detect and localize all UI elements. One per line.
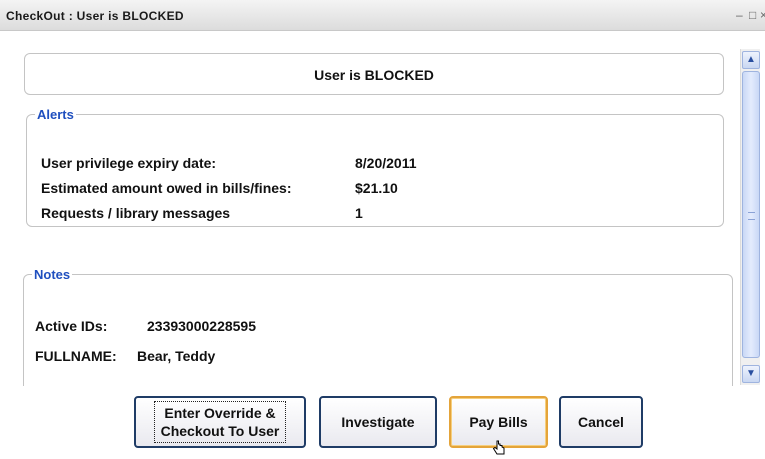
notes-legend: Notes — [34, 267, 71, 282]
note-label: FULLNAME: — [35, 348, 117, 364]
note-value: 23393000228595 — [147, 318, 257, 334]
maximize-icon[interactable]: □ — [749, 8, 756, 22]
status-box: User is BLOCKED — [24, 53, 724, 95]
close-icon[interactable]: × — [760, 8, 765, 22]
alerts-group: Alerts User privilege expiry date: 8/20/… — [26, 107, 724, 227]
vertical-scrollbar[interactable]: ▲ ▼ — [740, 49, 760, 385]
alert-value: 8/20/2011 — [355, 155, 417, 171]
scroll-up-icon[interactable]: ▲ — [742, 51, 760, 69]
checkout-dialog: CheckOut : User is BLOCKED – □ × User is… — [0, 0, 765, 459]
cancel-button[interactable]: Cancel — [559, 396, 643, 448]
alert-label: Requests / library messages — [41, 205, 231, 221]
alert-label: User privilege expiry date: — [41, 155, 217, 171]
scroll-down-icon[interactable]: ▼ — [742, 365, 760, 383]
title-bar[interactable]: CheckOut : User is BLOCKED – □ × — [0, 0, 765, 31]
alert-value: 1 — [355, 205, 363, 221]
investigate-button[interactable]: Investigate — [319, 396, 437, 448]
button-bar: Enter Override & Checkout To User Invest… — [0, 386, 765, 459]
content-area: User is BLOCKED Alerts User privilege ex… — [0, 31, 740, 386]
override-checkout-button[interactable]: Enter Override & Checkout To User — [134, 396, 306, 448]
override-line-2: Checkout To User — [160, 423, 280, 439]
minimize-icon[interactable]: – — [736, 8, 743, 22]
scroll-thumb[interactable] — [742, 71, 760, 358]
window-title: CheckOut : User is BLOCKED — [6, 9, 184, 23]
hand-pointer-icon — [492, 440, 505, 455]
note-label: Active IDs: — [35, 318, 108, 334]
status-text: User is BLOCKED — [314, 67, 434, 83]
grip-icon — [748, 212, 755, 220]
note-value: Bear, Teddy — [137, 348, 216, 364]
override-button-label: Enter Override & Checkout To User — [153, 401, 287, 443]
alerts-legend: Alerts — [37, 107, 74, 122]
notes-group: Notes Active IDs: 23393000228595 FULLNAM… — [23, 267, 733, 386]
alert-label: Estimated amount owed in bills/fines: — [41, 180, 292, 196]
alert-value: $21.10 — [355, 180, 398, 196]
override-line-1: Enter Override & — [164, 405, 276, 421]
